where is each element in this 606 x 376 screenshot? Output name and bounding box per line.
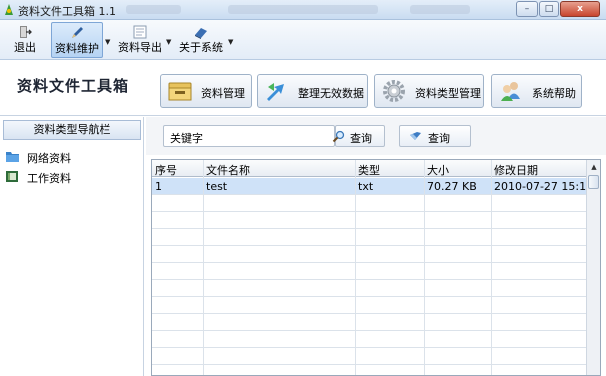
minimize-button[interactable]: – [516,1,538,17]
column-header[interactable]: 修改日期 [494,162,538,178]
navigation-heading: 资料类型导航栏 [3,120,141,140]
help-button[interactable]: 系统帮助 [491,74,582,108]
chevron-down-icon[interactable]: ▼ [228,38,233,46]
manage-files-button[interactable]: 资料管理 [160,74,252,108]
table-row[interactable] [152,365,587,375]
row-number: 1 [155,180,162,193]
exit-label: 退出 [14,41,36,54]
maintain-label: 资料维护 [55,42,99,55]
column-header[interactable]: 类型 [358,162,380,178]
search-bar: 关键字 查询 查询 [146,117,606,155]
blurred-text [410,5,470,14]
manage-files-label: 资料管理 [201,87,245,100]
binoculars-icon [410,132,421,140]
table-row[interactable] [152,348,587,365]
scroll-thumb[interactable] [588,175,599,189]
blurred-text [126,5,181,14]
type-manage-label: 资料类型管理 [415,87,481,100]
table-row[interactable] [152,314,587,331]
maintain-menu[interactable]: 资料维护 [51,22,103,58]
table-row[interactable] [152,212,587,229]
column-divider [491,160,492,375]
exit-button[interactable]: 退出 [10,22,40,58]
search-button[interactable]: 查询 [332,125,385,147]
table-row[interactable] [152,246,587,263]
search-button-label: 查询 [350,132,372,145]
arrows-icon [267,83,284,101]
table-row[interactable]: 1 test txt 70.27 KB 2010-07-27 15:11:4 [152,178,587,195]
file-name: test [206,180,228,193]
search-input[interactable]: 关键字 [163,125,335,147]
column-divider [203,160,204,375]
nav-item-label: 网络资料 [27,152,71,165]
column-header[interactable]: 文件名称 [206,162,250,178]
title-bar: 资料文件工具箱 1.1 – □ x [0,0,606,20]
blurred-text [228,5,378,14]
export-icon [133,25,147,39]
folder-icon [168,82,192,101]
nav-item-network[interactable]: 网络资料 [5,149,105,165]
table-row[interactable] [152,195,587,212]
query-button[interactable]: 查询 [399,125,471,147]
about-label: 关于系统 [179,41,223,54]
column-header[interactable]: 序号 [155,162,177,178]
nav-item-label: 工作资料 [27,172,71,185]
pen-icon [72,27,83,38]
file-type: txt [358,180,374,193]
banner: 资料文件工具箱 资料管理 整理无效数据 资料类型管理 系统帮助 [0,61,606,116]
help-label: 系统帮助 [532,87,576,100]
column-divider [355,160,356,375]
exit-icon [20,26,32,38]
maximize-button[interactable]: □ [539,1,559,17]
type-manage-button[interactable]: 资料类型管理 [374,74,484,108]
table-row[interactable] [152,297,587,314]
search-icon [332,130,345,143]
book-icon [6,171,18,182]
export-label: 资料导出 [118,41,162,54]
cleanup-data-label: 整理无效数据 [298,87,364,100]
chevron-down-icon[interactable]: ▼ [166,38,171,46]
nav-item-work[interactable]: 工作资料 [5,169,105,185]
app-title: 资料文件工具箱 [17,77,130,95]
vertical-scrollbar[interactable]: ▲ [586,160,600,375]
folder-icon [6,152,19,162]
query-button-label: 查询 [428,132,450,145]
file-size: 70.27 KB [427,180,477,193]
table-row[interactable] [152,263,587,280]
table-row[interactable] [152,331,587,348]
table-row[interactable] [152,280,587,297]
column-divider [424,160,425,375]
window-title: 资料文件工具箱 1.1 [18,5,116,18]
app-icon [5,4,13,15]
modified-date: 2010-07-27 15:11:4 [494,180,586,193]
type-navigation-panel: 资料类型导航栏 网络资料 工作资料 [0,117,144,376]
file-table: 序号 文件名称 类型 大小 修改日期 1 test txt 70.27 KB 2… [151,159,601,376]
close-button[interactable]: x [560,1,600,17]
column-header[interactable]: 大小 [427,162,449,178]
gear-icon [383,80,405,102]
table-row[interactable] [152,229,587,246]
table-header: 序号 文件名称 类型 大小 修改日期 [152,160,587,177]
toolbar: 退出 资料维护 ▼ 资料导出 ▼ 关于系统 ▼ [0,20,606,60]
about-menu[interactable]: 关于系统 [178,22,224,58]
chevron-down-icon[interactable]: ▼ [105,38,110,46]
users-icon [501,82,520,101]
scroll-up-button[interactable]: ▲ [587,160,600,174]
book-icon [195,28,207,39]
cleanup-data-button[interactable]: 整理无效数据 [257,74,368,108]
export-menu[interactable]: 资料导出 [118,22,162,58]
